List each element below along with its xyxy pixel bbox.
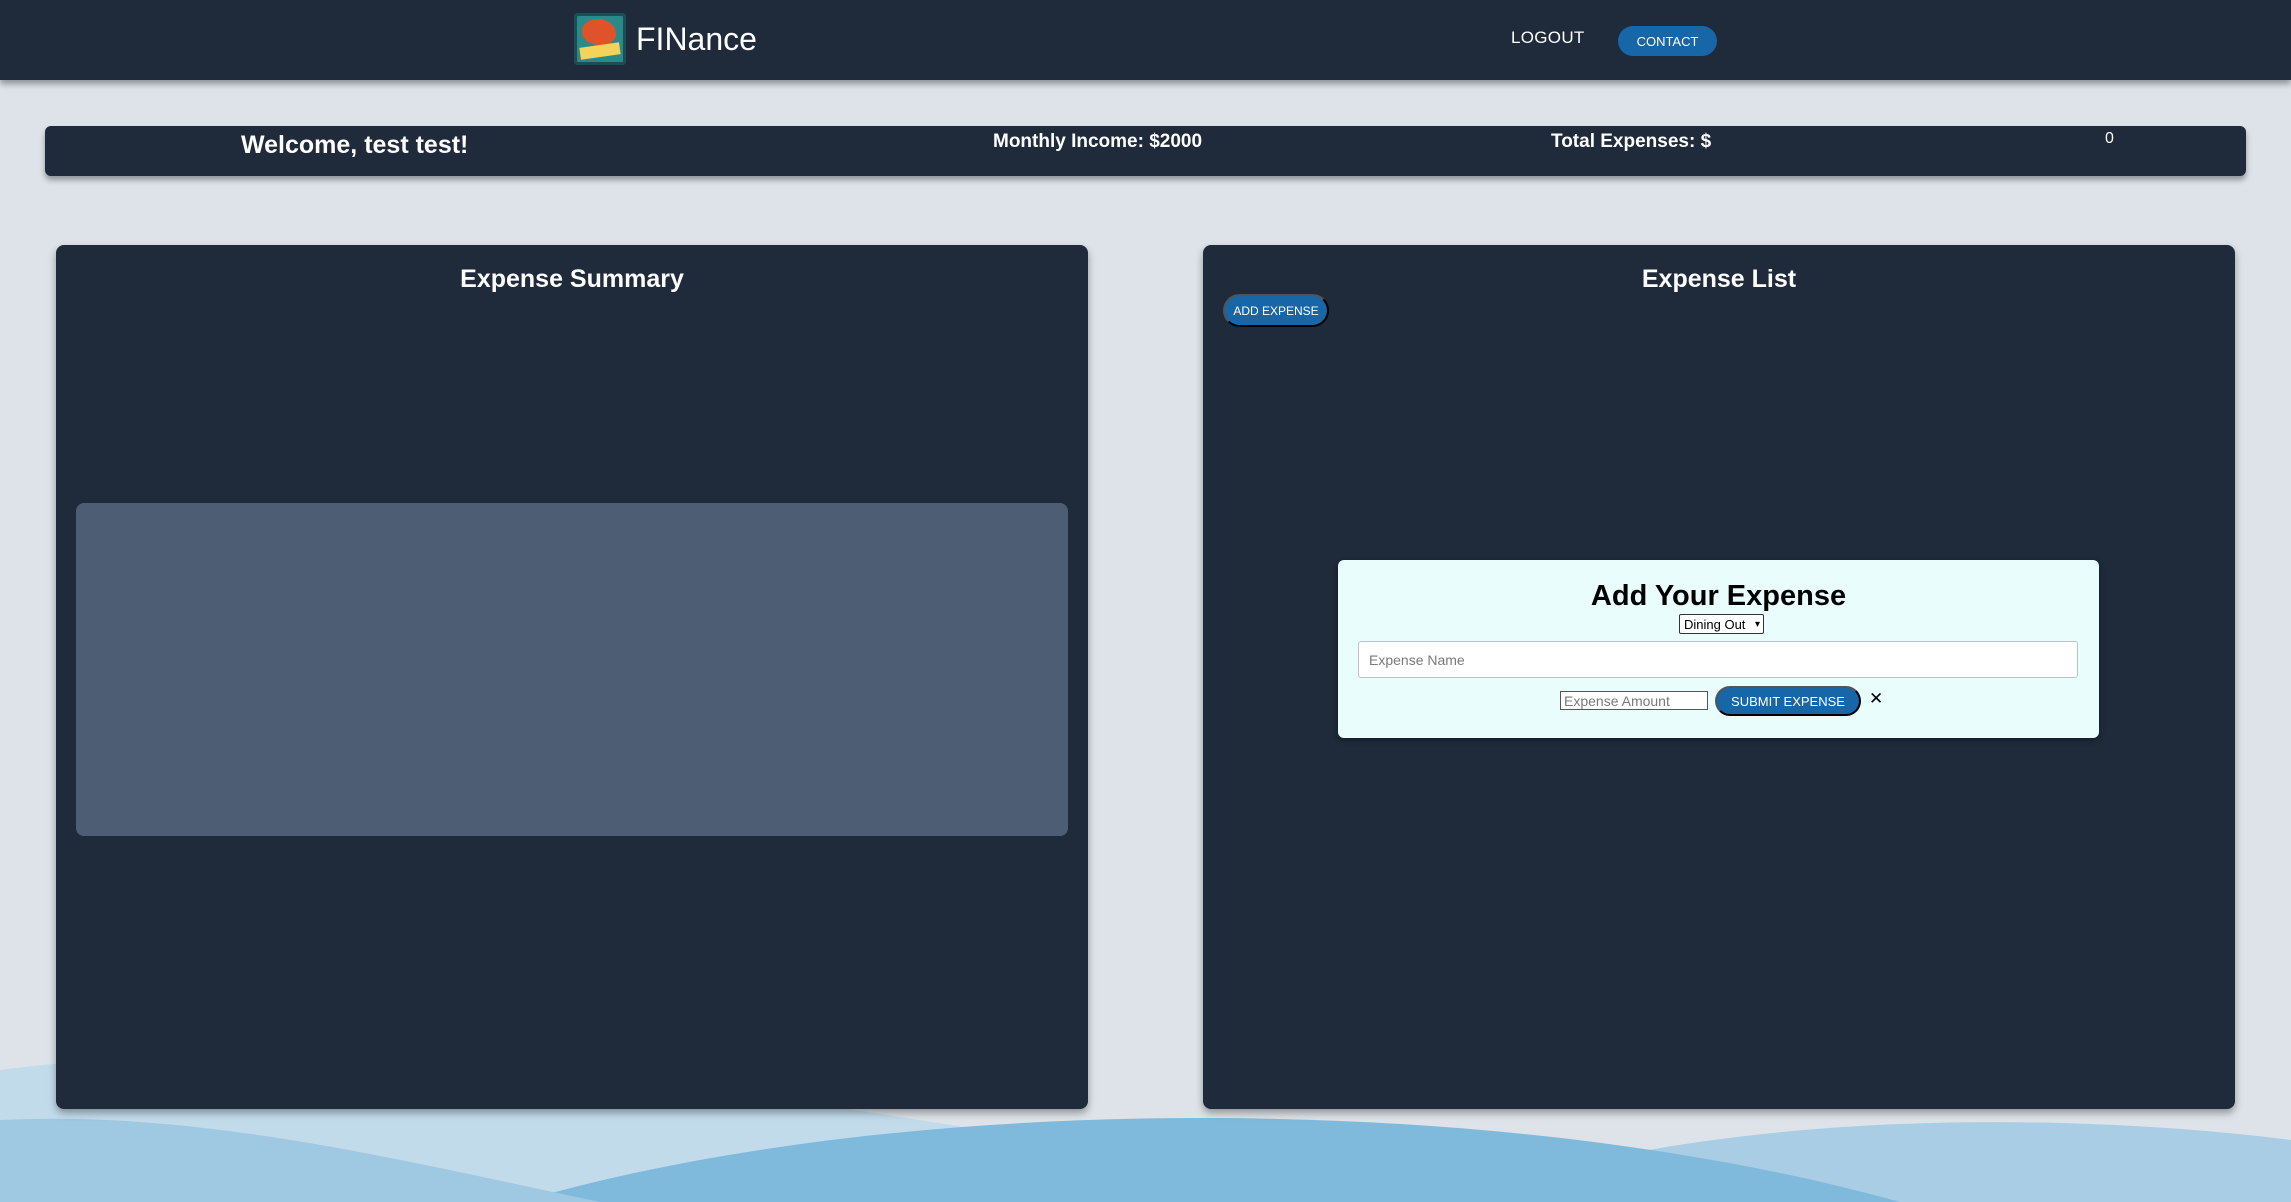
expense-summary-panel: Expense Summary: [56, 245, 1088, 1109]
expense-name-input[interactable]: Expense Name: [1358, 641, 2078, 678]
chart-placeholder: [76, 503, 1068, 836]
submit-expense-button[interactable]: SUBMIT EXPENSE: [1715, 686, 1861, 716]
chevron-down-icon: ▾: [1754, 618, 1760, 630]
brand-name: FINance: [636, 20, 757, 57]
total-expenses-label: Total Expenses: $: [1551, 131, 1712, 152]
stats-bar: Welcome, test test! Monthly Income: $200…: [45, 126, 2246, 176]
expense-summary-title: Expense Summary: [460, 265, 684, 293]
welcome-text: Welcome, test test!: [241, 131, 469, 159]
category-selected-value: Dining Out: [1684, 616, 1746, 632]
add-expense-button[interactable]: ADD EXPENSE: [1223, 294, 1329, 327]
monthly-income: Monthly Income: $2000: [993, 131, 1203, 152]
category-select[interactable]: Dining Out ▾: [1679, 614, 1764, 634]
brand[interactable]: FINance: [574, 13, 757, 65]
top-navigation: FINance LOGOUT CONTACT: [0, 0, 2291, 80]
expense-list-panel: Expense List ADD EXPENSE Add Your Expens…: [1203, 245, 2235, 1109]
expense-list-title: Expense List: [1641, 265, 1797, 293]
modal-title: Add Your Expense: [1590, 580, 1847, 612]
add-expense-modal: Add Your Expense Dining Out ▾ Expense Na…: [1338, 560, 2099, 738]
total-expenses-value: 0: [2105, 130, 2114, 147]
close-icon[interactable]: ✕: [1869, 689, 1883, 709]
finance-logo: [574, 13, 626, 65]
contact-button[interactable]: CONTACT: [1618, 26, 1717, 56]
expense-amount-input[interactable]: Expense Amount: [1560, 691, 1708, 710]
logout-link[interactable]: LOGOUT: [1511, 28, 1585, 48]
